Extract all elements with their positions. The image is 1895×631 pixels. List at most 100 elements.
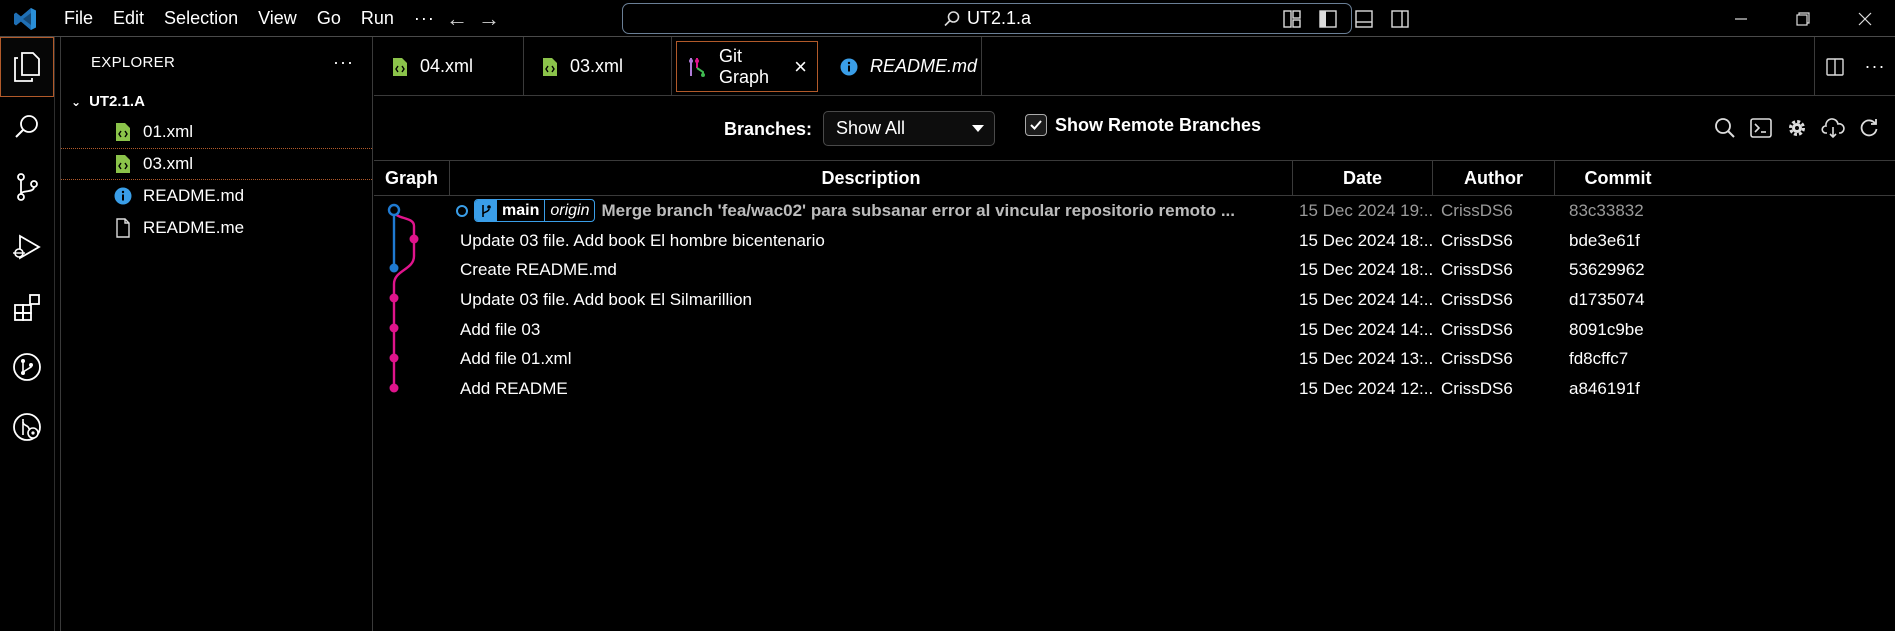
commit-hash-cell: d1735074 [1569,289,1645,309]
graph-node[interactable] [389,263,399,273]
restore-icon[interactable] [1772,0,1834,37]
fetch-cloud-icon[interactable] [1815,110,1851,146]
date-cell: 15 Dec 2024 13:... [1299,349,1433,369]
file-label: 01.xml [143,122,194,141]
file-01-xml[interactable]: 01.xml [61,116,372,148]
tab-bar: 04.xml 03.xml Git Graph × README.md ··· [374,37,1895,96]
menu-edit[interactable]: Edit [103,8,154,29]
graph-node[interactable] [389,323,399,333]
source-control-icon[interactable] [0,157,54,217]
date-cell: 15 Dec 2024 14:... [1299,289,1433,309]
vscode-logo-icon[interactable] [12,6,38,32]
branches-dropdown[interactable]: Show All [823,111,995,146]
settings-gear-icon[interactable] [1779,110,1815,146]
author-cell: CrissDS6 [1441,378,1513,398]
checkbox-checked[interactable] [1025,114,1047,136]
close-window-icon[interactable] [1834,0,1895,37]
activity-bar [0,37,55,631]
xml-file-icon [542,57,558,77]
table-row[interactable]: Update 03 file. Add book El Silmarillion… [374,285,1895,315]
menu-view[interactable]: View [248,8,307,29]
explorer-more-button[interactable]: ··· [333,52,354,73]
close-icon[interactable]: × [794,54,807,80]
col-author[interactable]: Author [1433,161,1555,195]
run-debug-icon[interactable] [0,217,54,277]
table-row[interactable]: Add file 03 15 Dec 2024 14:... CrissDS6 … [374,315,1895,345]
gitlens-icon[interactable] [0,397,54,457]
explorer-sidebar: EXPLORER ··· ⌄ UT2.1.A 01.xml 03.xml REA… [60,37,373,631]
date-cell: 15 Dec 2024 14:... [1299,319,1433,339]
toggle-panel-icon[interactable] [1346,0,1382,37]
description-cell: Create README.md [460,260,617,280]
menu-go[interactable]: Go [307,8,351,29]
git-graph-activity-icon[interactable] [0,337,54,397]
show-remote-branches-toggle[interactable]: Show Remote Branches [1025,114,1261,136]
table-row[interactable]: main origin Merge branch 'fea/wac02' par… [374,196,1895,226]
commit-hash-cell: 83c33832 [1569,200,1644,220]
menu-run[interactable]: Run [351,8,404,29]
terminal-icon[interactable] [1743,110,1779,146]
toggle-secondary-sidebar-icon[interactable] [1382,0,1418,37]
extensions-icon[interactable] [0,277,54,337]
git-graph-toolbar [1707,110,1887,146]
graph-node[interactable] [409,234,419,244]
menu-selection[interactable]: Selection [154,8,248,29]
file-readme-me[interactable]: README.me [61,212,372,244]
description-cell: Add file 03 [460,319,541,339]
search-icon [944,10,960,26]
command-center-label: UT2.1.a [966,8,1032,28]
forward-arrow-icon[interactable]: → [478,6,500,32]
back-arrow-icon[interactable]: ← [446,6,468,32]
menu-file[interactable]: File [54,8,103,29]
author-cell: CrissDS6 [1441,230,1513,250]
table-row[interactable]: Update 03 file. Add book El hombre bicen… [374,226,1895,256]
toggle-primary-sidebar-icon[interactable] [1310,0,1346,37]
col-graph[interactable]: Graph [374,161,450,195]
find-icon[interactable] [1707,110,1743,146]
col-commit[interactable]: Commit [1555,161,1681,195]
info-icon [113,186,133,206]
command-center-search[interactable]: UT2.1.a [622,3,1352,34]
table-row[interactable]: Add README 15 Dec 2024 12:... CrissDS6 a… [374,374,1895,404]
explorer-title: EXPLORER [91,53,176,71]
graph-node[interactable] [389,293,399,303]
commit-hash-cell: 53629962 [1569,260,1645,280]
author-cell: CrissDS6 [1441,319,1513,339]
tab-label: 04.xml [420,56,474,76]
folder-ut21a[interactable]: ⌄ UT2.1.A [61,87,372,116]
table-header: Graph Description Date Author Commit [374,160,1895,196]
date-cell: 15 Dec 2024 18:... [1299,230,1433,250]
branch-ref-badge[interactable]: main origin [474,199,596,223]
tab-03-xml[interactable]: 03.xml [524,37,672,96]
tab-git-graph[interactable]: Git Graph × [676,41,818,92]
table-row[interactable]: Add file 01.xml 15 Dec 2024 13:... Criss… [374,344,1895,374]
col-date[interactable]: Date [1293,161,1433,195]
head-indicator-icon [456,204,468,217]
git-graph-icon [687,56,707,78]
branch-name: main [497,200,546,222]
author-cell: CrissDS6 [1441,260,1513,280]
tab-readme-md[interactable]: README.md [822,37,982,96]
explorer-icon[interactable] [0,37,54,97]
window-controls [1710,0,1895,37]
col-description[interactable]: Description [450,161,1293,195]
minimize-icon[interactable] [1710,0,1772,37]
tab-label: Git Graph [719,45,770,87]
file-label: README.me [143,218,245,237]
file-03-xml[interactable]: 03.xml [61,148,372,180]
graph-node[interactable] [389,353,399,363]
commit-message: Merge branch 'fea/wac02' para subsanar e… [601,200,1236,220]
graph-node-head[interactable] [387,203,401,217]
customize-layout-icon[interactable] [1274,0,1310,37]
refresh-icon[interactable] [1851,110,1887,146]
graph-node[interactable] [389,383,399,393]
editor-actions: ··· [1814,37,1895,96]
editor-more-button[interactable]: ··· [1855,56,1895,77]
search-icon[interactable] [0,97,54,157]
split-editor-icon[interactable] [1815,57,1855,76]
file-readme-md[interactable]: README.md [61,180,372,212]
menu-more-button[interactable]: ··· [404,8,445,29]
tab-04-xml[interactable]: 04.xml [374,37,524,96]
table-row[interactable]: Create README.md 15 Dec 2024 18:... Cris… [374,255,1895,285]
editor-area: 04.xml 03.xml Git Graph × README.md ··· … [374,37,1895,631]
